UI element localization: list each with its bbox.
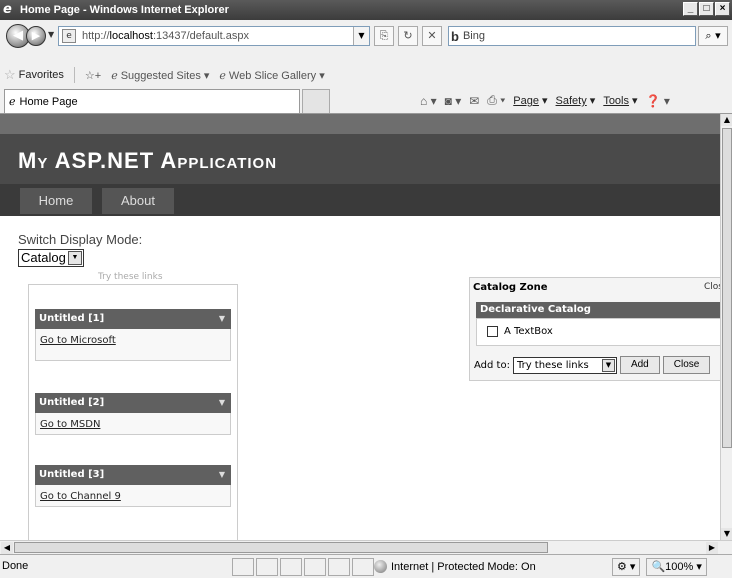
window-title-bar: e Home Page - Windows Internet Explorer … [0, 0, 732, 20]
refresh-icon[interactable]: ↻ [398, 26, 418, 46]
add-favorite-icon[interactable]: ☆+ [85, 69, 101, 82]
mail-icon[interactable]: ✉ [469, 94, 479, 108]
catalog-zone: Catalog Zone Clos Declarative Catalog A … [469, 277, 720, 381]
web-part-body: Go to Channel 9 [35, 485, 231, 507]
star-icon: ☆ [4, 67, 16, 82]
link-msdn[interactable]: Go to MSDN [40, 419, 100, 430]
web-part-body: Go to Microsoft [35, 329, 231, 361]
web-part-3: Untitled [3] ▼ Go to Channel 9 [35, 465, 231, 507]
web-part-title: Untitled [1] ▼ [35, 309, 231, 329]
status-bar: Done Internet | Protected Mode: On ⚙ ▾ 🔍… [0, 554, 732, 578]
add-to-row: Add to: Try these links ▼ Add Close [474, 356, 711, 374]
scroll-down-icon[interactable]: ▼ [721, 528, 732, 540]
horizontal-scrollbar[interactable]: ◀ ▶ [0, 540, 732, 554]
globe-icon [374, 560, 387, 573]
status-panels [232, 558, 374, 576]
minimize-button[interactable]: _ [683, 2, 698, 16]
status-text: Done [2, 560, 29, 572]
webzone-title: Try these links [98, 272, 163, 282]
zoom-controls: ⚙ ▾ 🔍100% ▾ [612, 558, 707, 576]
scroll-thumb[interactable] [722, 128, 732, 448]
bing-logo-icon: b [451, 28, 459, 44]
ie-icon: ℯ [9, 96, 16, 108]
ie-icon: ℯ [219, 69, 226, 82]
help-icon[interactable]: ❓ ▾ [646, 94, 670, 108]
horizontal-scroll-thumb[interactable] [14, 542, 548, 553]
web-part-1: Untitled [1] ▼ Go to Microsoft [35, 309, 231, 361]
site-header: My ASP.NET Application [0, 134, 720, 184]
chevron-down-icon[interactable]: ▼ [601, 358, 615, 372]
address-toolbar: ◀ ▶ ▼ e http://localhost:13437/default.a… [0, 20, 732, 64]
add-to-zone-select[interactable]: Try these links ▼ [512, 356, 617, 374]
web-slice-gallery-link[interactable]: ℯ Web Slice Gallery ▾ [219, 69, 324, 82]
favorites-bar: ☆ Favorites ☆+ ℯ Suggested Sites ▾ ℯ Web… [0, 64, 732, 86]
page-menu[interactable]: Page ▾ [513, 94, 547, 107]
web-part-2: Untitled [2] ▼ Go to MSDN [35, 393, 231, 435]
chevron-down-icon[interactable]: ▼ [68, 251, 82, 265]
scroll-right-icon[interactable]: ▶ [706, 542, 718, 554]
tab-row: ℯ Home Page ⌂ ▾ ◙ ▾ ✉ ⎙ ▾ Page ▾ Safety … [0, 86, 732, 114]
compatibility-view-icon[interactable]: ⎘ [374, 26, 394, 46]
site-menu: Home About [0, 184, 720, 216]
stop-icon[interactable]: ✕ [422, 26, 442, 46]
tab-home-page[interactable]: ℯ Home Page [4, 89, 300, 113]
page-viewport: My ASP.NET Application Home About Switch… [0, 114, 720, 540]
declarative-catalog-header[interactable]: Declarative Catalog [476, 302, 720, 318]
address-field[interactable]: e http://localhost:13437/default.aspx ▼ [58, 26, 370, 46]
home-icon[interactable]: ⌂ ▾ [420, 94, 437, 108]
feeds-icon[interactable]: ◙ ▾ [445, 94, 462, 108]
scroll-left-icon[interactable]: ◀ [1, 542, 13, 554]
ie-logo-icon: e [3, 2, 12, 17]
page-icon: e [62, 29, 76, 43]
verbs-menu-icon[interactable]: ▼ [219, 465, 225, 485]
favorites-button[interactable]: ☆ Favorites [4, 67, 64, 83]
forward-button[interactable]: ▶ [26, 26, 46, 46]
close-window-button[interactable]: × [715, 2, 730, 16]
catalog-items: A TextBox [476, 318, 720, 346]
security-zone[interactable]: Internet | Protected Mode: On [374, 560, 536, 573]
menu-about[interactable]: About [102, 188, 174, 214]
close-button[interactable]: Close [662, 356, 711, 374]
link-channel-9[interactable]: Go to Channel 9 [40, 491, 121, 502]
web-part-body: Go to MSDN [35, 413, 231, 435]
suggested-sites-link[interactable]: ℯ Suggested Sites ▾ [111, 69, 209, 82]
web-part-zone: Untitled [1] ▼ Go to Microsoft Untitled … [28, 284, 238, 540]
verbs-menu-icon[interactable]: ▼ [219, 309, 225, 329]
catalog-item: A TextBox [487, 326, 553, 337]
add-button[interactable]: Add [619, 356, 660, 374]
ie-icon: ℯ [111, 69, 118, 82]
search-provider: Bing [462, 30, 485, 42]
print-icon[interactable]: ⎙ ▾ [487, 93, 505, 108]
display-mode-select[interactable]: Catalog ▼ [18, 249, 84, 267]
address-dropdown-icon[interactable]: ▼ [353, 27, 369, 45]
top-strip [0, 114, 720, 134]
new-tab-button[interactable] [302, 89, 330, 113]
window-title: Home Page - Windows Internet Explorer [20, 4, 229, 16]
catalog-zone-title: Catalog Zone [473, 282, 548, 293]
web-part-title: Untitled [2] ▼ [35, 393, 231, 413]
url-text: http://localhost:13437/default.aspx [82, 30, 249, 42]
web-part-title: Untitled [3] ▼ [35, 465, 231, 485]
tools-menu[interactable]: Tools ▾ [603, 94, 637, 107]
search-field[interactable]: b Bing [448, 26, 696, 46]
safety-menu[interactable]: Safety ▾ [556, 94, 596, 107]
search-button[interactable]: ⌕ ▾ [698, 26, 728, 46]
maximize-button[interactable]: □ [699, 2, 714, 16]
switch-display-mode-label: Switch Display Mode: [18, 232, 143, 247]
zoom-level[interactable]: 🔍100% ▾ [646, 558, 707, 576]
scroll-up-icon[interactable]: ▲ [721, 114, 732, 126]
catalog-zone-close-link[interactable]: Clos [704, 282, 720, 292]
menu-home[interactable]: Home [20, 188, 92, 214]
site-title: My ASP.NET Application [18, 148, 278, 173]
protected-mode-icon[interactable]: ⚙ ▾ [612, 558, 641, 576]
link-microsoft[interactable]: Go to Microsoft [40, 335, 116, 346]
command-bar: ⌂ ▾ ◙ ▾ ✉ ⎙ ▾ Page ▾ Safety ▾ Tools ▾ ❓ … [420, 93, 670, 108]
vertical-scrollbar[interactable]: ▲ ▼ [720, 114, 732, 540]
textbox-checkbox[interactable] [487, 326, 498, 337]
separator [73, 67, 75, 83]
recent-pages-dropdown-icon[interactable]: ▼ [48, 30, 54, 39]
verbs-menu-icon[interactable]: ▼ [219, 393, 225, 413]
